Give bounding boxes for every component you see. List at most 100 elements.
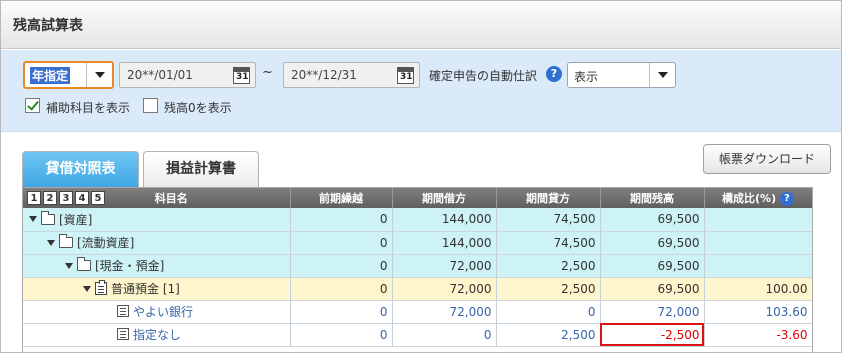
account-name: [流動資産] <box>77 236 135 250</box>
period-select-value: 年指定 <box>30 67 71 84</box>
expand-caret-icon[interactable] <box>47 239 55 246</box>
credit-cell: 2,500 <box>496 277 601 301</box>
account-cell: 普通預金 [1] <box>23 277 291 301</box>
date-range-separator: ~ <box>262 65 273 80</box>
tab-balance-sheet[interactable]: 貸借対照表 <box>22 151 139 188</box>
ratio-cell <box>704 208 812 232</box>
level-2-button[interactable]: 2 <box>43 191 57 205</box>
trial-balance-table: 1 2 3 4 5 科目名 前期繰越 期間借方 期間貸方 期間残高 構成比(%)… <box>22 187 813 352</box>
date-to-field[interactable]: 20**/12/31 31 <box>283 62 420 88</box>
debit-cell: 72,000 <box>392 254 497 278</box>
debit-cell: 144,000 <box>392 208 497 232</box>
show-zero-balance-checkbox[interactable] <box>143 98 158 113</box>
date-from-value: 20**/01/01 <box>127 68 193 82</box>
credit-cell: 0 <box>496 300 601 324</box>
level-3-button[interactable]: 3 <box>59 191 73 205</box>
debit-cell: 0 <box>392 323 497 347</box>
prev-cell: 0 <box>290 323 393 347</box>
expand-caret-icon[interactable] <box>83 285 91 292</box>
calendar-icon-number: 31 <box>236 72 249 82</box>
chevron-down-icon[interactable] <box>86 63 112 87</box>
level-1-button[interactable]: 1 <box>27 191 41 205</box>
table-row[interactable]: 指定なし 0 0 2,500 -2,500 -3.60 <box>23 323 812 347</box>
table-row[interactable]: [資産] 0 144,000 74,500 69,500 <box>23 208 812 232</box>
table-row[interactable]: [流動資産] 0 144,000 74,500 69,500 <box>23 231 812 255</box>
column-header-ratio-label: 構成比(%) <box>722 192 777 205</box>
title-bar: 残高試算表 <box>1 1 841 49</box>
ratio-cell: 103.60 <box>704 300 812 324</box>
balance-cell: 69,500 <box>600 208 705 232</box>
help-icon[interactable]: ? <box>779 192 794 206</box>
filter-panel: 年指定 20**/01/01 31 ~ 20**/12/31 31 確定申告の自… <box>1 50 841 132</box>
folder-icon <box>59 234 73 248</box>
app-window: 残高試算表 年指定 20**/01/01 31 ~ 20**/12/31 31 … <box>0 0 842 353</box>
show-sub-accounts-label[interactable]: 補助科目を表示 <box>46 99 130 116</box>
folder-icon <box>77 257 91 271</box>
level-5-button[interactable]: 5 <box>91 191 105 205</box>
show-sub-accounts-checkbox[interactable] <box>25 98 40 113</box>
prev-cell: 0 <box>290 277 393 301</box>
account-cell: [流動資産] <box>23 231 291 255</box>
balance-cell: 69,500 <box>600 277 705 301</box>
ratio-cell: -3.60 <box>704 323 812 347</box>
column-header-account-label: 科目名 <box>154 192 188 205</box>
sub-account-icon <box>117 305 129 318</box>
calendar-icon-number: 31 <box>400 72 413 82</box>
auto-journal-select[interactable]: 表示 <box>567 62 676 88</box>
account-cell: [現金・預金] <box>23 254 291 278</box>
chevron-down-icon[interactable] <box>649 63 675 87</box>
account-name[interactable]: やよい銀行 <box>133 303 193 320</box>
credit-cell: 2,500 <box>496 323 601 347</box>
debit-cell: 144,000 <box>392 231 497 255</box>
table-row[interactable]: やよい銀行 0 72,000 0 72,000 103.60 <box>23 300 812 324</box>
calendar-icon[interactable]: 31 <box>397 67 414 84</box>
prev-cell: 0 <box>290 254 393 278</box>
ratio-cell <box>704 231 812 255</box>
table-header-row: 1 2 3 4 5 科目名 前期繰越 期間借方 期間貸方 期間残高 構成比(%)… <box>23 188 812 208</box>
level-buttons: 1 2 3 4 5 <box>27 191 105 205</box>
tab-income-statement[interactable]: 損益計算書 <box>143 151 259 187</box>
credit-cell: 74,500 <box>496 208 601 232</box>
account-name: 普通預金 [1] <box>111 282 180 296</box>
account-name: [現金・預金] <box>95 259 165 273</box>
debit-cell: 72,000 <box>392 277 497 301</box>
balance-cell: 69,500 <box>600 231 705 255</box>
prev-cell: 0 <box>290 231 393 255</box>
sub-account-icon <box>117 328 129 341</box>
expand-caret-icon[interactable] <box>29 216 37 223</box>
prev-cell: 0 <box>290 208 393 232</box>
column-header-ratio: 構成比(%) ? <box>704 188 812 208</box>
report-download-button[interactable]: 帳票ダウンロード <box>703 144 831 174</box>
balance-cell: -2,500 <box>600 323 705 347</box>
show-zero-balance-label[interactable]: 残高0を表示 <box>164 99 232 116</box>
help-icon[interactable]: ? <box>546 66 562 82</box>
account-cell: やよい銀行 <box>23 300 291 324</box>
date-from-field[interactable]: 20**/01/01 31 <box>119 62 256 88</box>
period-select[interactable]: 年指定 <box>23 61 114 89</box>
debit-cell: 72,000 <box>392 300 497 324</box>
ratio-cell: 100.00 <box>704 277 812 301</box>
balance-cell: 69,500 <box>600 254 705 278</box>
credit-cell: 2,500 <box>496 254 601 278</box>
column-header-debit: 期間借方 <box>392 188 497 208</box>
table-row[interactable]: 普通預金 [1] 0 72,000 2,500 69,500 100.00 <box>23 277 812 301</box>
expand-caret-icon[interactable] <box>65 262 73 269</box>
ratio-cell <box>704 254 812 278</box>
prev-cell: 0 <box>290 300 393 324</box>
account-name: [資産] <box>59 212 93 227</box>
page-title: 残高試算表 <box>13 18 83 34</box>
level-4-button[interactable]: 4 <box>75 191 89 205</box>
account-name[interactable]: 指定なし <box>133 326 181 343</box>
credit-cell: 74,500 <box>496 231 601 255</box>
auto-journal-label: 確定申告の自動仕訳 <box>429 69 538 83</box>
column-header-account: 1 2 3 4 5 科目名 <box>23 188 291 208</box>
date-to-value: 20**/12/31 <box>291 68 357 82</box>
column-header-balance: 期間残高 <box>600 188 705 208</box>
calendar-icon[interactable]: 31 <box>233 67 250 84</box>
column-header-prev: 前期繰越 <box>290 188 393 208</box>
balance-cell: 72,000 <box>600 300 705 324</box>
auto-journal-select-value: 表示 <box>574 70 599 84</box>
column-header-credit: 期間貸方 <box>496 188 601 208</box>
account-cell: [資産] <box>23 208 291 232</box>
table-row[interactable]: [現金・預金] 0 72,000 2,500 69,500 <box>23 254 812 278</box>
